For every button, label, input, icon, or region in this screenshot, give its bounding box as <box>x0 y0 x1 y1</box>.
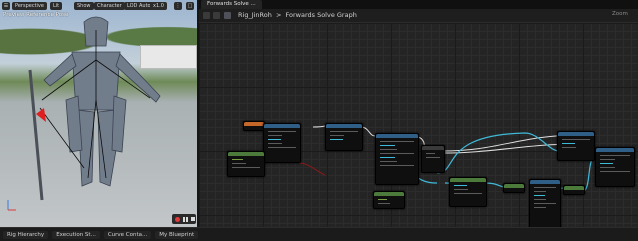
zoom-label: Zoom <box>612 11 628 17</box>
set-transform-node-3[interactable] <box>595 147 635 187</box>
vector-node[interactable] <box>373 191 405 209</box>
get-transform-node[interactable] <box>263 123 301 163</box>
viewport-menu-icon[interactable]: ☰ <box>2 2 10 10</box>
tab-curve-container[interactable]: Curve Conta... <box>103 230 152 239</box>
lod-label: LOD Auto <box>127 3 151 9</box>
reroute-node-2[interactable] <box>563 185 585 195</box>
lit-button[interactable]: Lit <box>50 2 63 10</box>
record-icon[interactable] <box>175 216 180 222</box>
bottom-tab-bar: Rig Hierarchy Execution St... Curve Cont… <box>0 227 638 241</box>
back-arrow-icon[interactable] <box>203 12 210 19</box>
rifle <box>28 69 44 201</box>
character-label: Character <box>97 3 122 9</box>
tab-forwards-solve[interactable]: Forwards Solve ... <box>201 0 262 9</box>
graph-tab-label: Forwards Solve ... <box>207 1 256 7</box>
control-highlight <box>36 108 46 122</box>
transform-op-node[interactable] <box>449 177 487 207</box>
forward-arrow-icon[interactable] <box>213 12 220 19</box>
transform-wire-4 <box>483 182 506 188</box>
reroute-node-1[interactable] <box>503 183 525 193</box>
graph-tab-bar <box>199 0 638 9</box>
graph-canvas[interactable] <box>199 23 638 233</box>
right-arm <box>115 53 161 103</box>
playback-controls[interactable] <box>172 214 196 224</box>
make-transform-node[interactable] <box>529 179 561 233</box>
exec-wire-2 <box>312 125 326 128</box>
speed-button[interactable]: x1.0 <box>150 2 167 10</box>
left-arm <box>43 53 77 87</box>
character-button[interactable]: Character <box>94 2 125 10</box>
speed-label: x1.0 <box>153 3 164 9</box>
character-mesh <box>7 16 161 211</box>
exec-wire-3 <box>360 126 376 137</box>
stop-icon[interactable] <box>191 217 195 221</box>
graph-icon <box>224 12 231 19</box>
lit-label: Lit <box>53 3 60 9</box>
begin-execution-node[interactable] <box>243 121 265 131</box>
perspective-button[interactable]: Perspective <box>12 2 47 10</box>
breadcrumb-separator: > <box>275 11 282 19</box>
show-label: Show <box>77 3 91 9</box>
viewport-options-icon[interactable]: ⋮ <box>174 2 182 10</box>
breadcrumb-current[interactable]: Forwards Solve Graph <box>285 11 356 19</box>
viewport-mode-label: Preview Reference Pose <box>3 12 69 18</box>
tab-execution-stack[interactable]: Execution St... <box>52 230 100 239</box>
breadcrumb: Rig_JinRoh > Forwards Solve Graph <box>238 10 357 21</box>
branch-node[interactable] <box>421 145 445 173</box>
perspective-label: Perspective <box>15 3 44 9</box>
tab-my-blueprint[interactable]: My Blueprint <box>155 230 199 239</box>
right-skirt <box>111 95 127 153</box>
bool-wire-1 <box>298 162 326 176</box>
float-node[interactable] <box>227 151 265 177</box>
tab-rig-hierarchy[interactable]: Rig Hierarchy <box>3 230 49 239</box>
set-transform-node-1[interactable] <box>325 123 363 151</box>
viewport-maximize-icon[interactable]: □ <box>186 2 194 10</box>
set-transform-node-2[interactable] <box>557 131 595 161</box>
breadcrumb-root[interactable]: Rig_JinRoh <box>238 11 272 19</box>
pause-icon[interactable] <box>183 216 188 222</box>
viewport[interactable]: ☰ Perspective Lit Show Character LOD Aut… <box>0 0 197 227</box>
show-button[interactable]: Show <box>74 2 94 10</box>
basic-ik-node[interactable] <box>375 133 419 185</box>
